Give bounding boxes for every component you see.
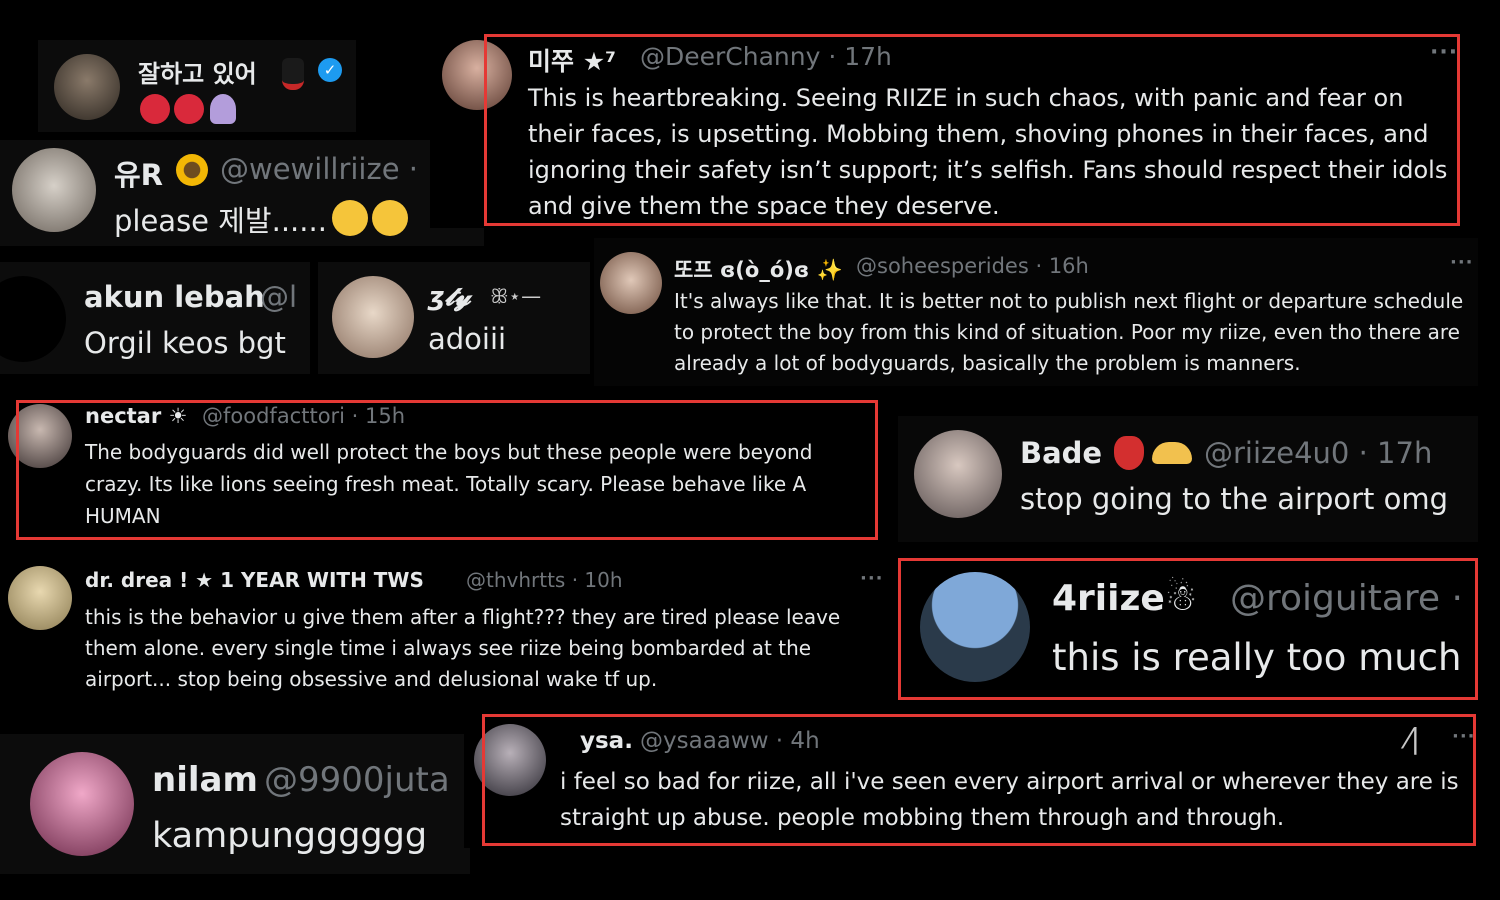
- more-options-icon[interactable]: ···: [860, 568, 884, 589]
- display-name[interactable]: 4riize☃: [1052, 578, 1197, 619]
- crying-face-icon: [372, 200, 408, 240]
- tweet-text: i feel so bad for riize, all i've seen e…: [560, 769, 1459, 831]
- handle[interactable]: @soheesperides · 16h: [856, 254, 1089, 278]
- more-options-icon[interactable]: ···: [1450, 252, 1474, 273]
- tweet-text: It's always like that. It is better not …: [674, 289, 1464, 375]
- avatar[interactable]: [8, 404, 72, 468]
- tweet-card: 또프 ɞ(ò_ó)ɞ ✨ @soheesperides · 16h ··· It…: [594, 238, 1478, 386]
- tweet-text: adoiii: [428, 322, 507, 356]
- display-name[interactable]: ysa.: [580, 728, 633, 754]
- more-options-icon[interactable]: ···: [1452, 726, 1476, 747]
- avatar[interactable]: [332, 276, 414, 358]
- tweet-card: dr. drea ! ★ 1 YEAR WITH TWS @thvhrtts ·…: [0, 558, 890, 698]
- tweet-text: The bodyguards did well protect the boys…: [85, 440, 813, 528]
- angry-face-icon: [140, 94, 170, 128]
- guard-emoji-icon: [282, 58, 304, 90]
- tweet-text: please 제발......: [114, 204, 327, 238]
- handle[interactable]: @roiguitare ·: [1230, 578, 1463, 619]
- tweet-card: 4riize☃ @roiguitare · this is really too…: [900, 560, 1476, 700]
- pie-icon: [1152, 442, 1192, 464]
- handle[interactable]: @riize4u0 · 17h: [1204, 436, 1432, 470]
- display-name[interactable]: 잘하고 있어: [138, 54, 257, 89]
- tweet-text: kampungggggg: [152, 816, 428, 856]
- tweet-card: ʒ𝓽𝔂 ꕥ⋆— adoiii: [318, 262, 590, 374]
- grok-icon[interactable]: ⁄|: [1406, 722, 1420, 755]
- avatar[interactable]: [914, 430, 1002, 518]
- crying-face-icon: [332, 200, 368, 240]
- tweet-text: stop going to the airport omg: [1020, 482, 1449, 516]
- display-name[interactable]: Bade: [1020, 436, 1102, 470]
- tweet-text: this is the behavior u give them after a…: [85, 605, 841, 691]
- display-name[interactable]: nectar ☀: [85, 404, 187, 428]
- angry-face-icon: [174, 94, 204, 128]
- handle[interactable]: @DeerChanny · 17h: [640, 42, 892, 71]
- handle[interactable]: @l: [260, 280, 297, 314]
- display-name[interactable]: nilam: [152, 760, 258, 800]
- decorative-glyphs: ꕥ⋆—: [490, 284, 542, 308]
- avatar[interactable]: [920, 572, 1030, 682]
- display-name[interactable]: 미쭈 ★⁷: [528, 42, 616, 78]
- avatar[interactable]: [0, 276, 66, 362]
- more-options-icon[interactable]: ···: [1430, 40, 1458, 65]
- tweet-text: this is really too much: [1052, 636, 1462, 679]
- handle[interactable]: @foodfacttori · 15h: [202, 404, 405, 428]
- tweet-card: nilam @9900juta kampungggggg: [0, 734, 470, 874]
- avatar[interactable]: [474, 724, 546, 796]
- handle[interactable]: @9900juta: [264, 760, 450, 800]
- avatar[interactable]: [54, 54, 120, 120]
- handle[interactable]: @ysaaaww · 4h: [640, 728, 820, 754]
- tweet-card: 잘하고 있어 ✓: [38, 40, 356, 132]
- person-facepalm-icon: [210, 94, 236, 124]
- tweet-card: ysa. @ysaaaww · 4h ⁄| ··· i feel so bad …: [464, 714, 1480, 848]
- avatar[interactable]: [30, 752, 134, 856]
- tweet-card: akun lebah @l Orgil keos bgt: [0, 262, 310, 374]
- handle[interactable]: @thvhrtts · 10h: [466, 568, 623, 592]
- display-name[interactable]: 유R: [114, 152, 163, 194]
- sunflower-icon: [176, 154, 208, 186]
- tweet-card: 미쭈 ★⁷ @DeerChanny · 17h ··· This is hear…: [430, 32, 1470, 228]
- avatar[interactable]: [12, 148, 96, 232]
- tweet-card: 유R @wewillriize · 18h please 제발......: [0, 140, 484, 246]
- tweet-card: Bade @riize4u0 · 17h stop going to the a…: [898, 416, 1478, 542]
- avatar[interactable]: [600, 252, 662, 314]
- verified-badge-icon: ✓: [318, 58, 342, 82]
- display-name[interactable]: 또프 ɞ(ò_ó)ɞ ✨: [674, 254, 843, 284]
- avatar[interactable]: [442, 40, 512, 110]
- tweet-text: Orgil keos bgt: [84, 326, 286, 360]
- display-name[interactable]: ʒ𝓽𝔂: [428, 282, 471, 313]
- display-name[interactable]: akun lebah: [84, 280, 265, 314]
- tweet-card: nectar ☀ @foodfacttori · 15h The bodygua…: [0, 398, 880, 540]
- avatar[interactable]: [8, 566, 72, 630]
- strawberry-icon: [1114, 436, 1144, 470]
- tweet-text: This is heartbreaking. Seeing RIIZE in s…: [528, 84, 1448, 220]
- display-name[interactable]: dr. drea ! ★ 1 YEAR WITH TWS: [85, 568, 424, 592]
